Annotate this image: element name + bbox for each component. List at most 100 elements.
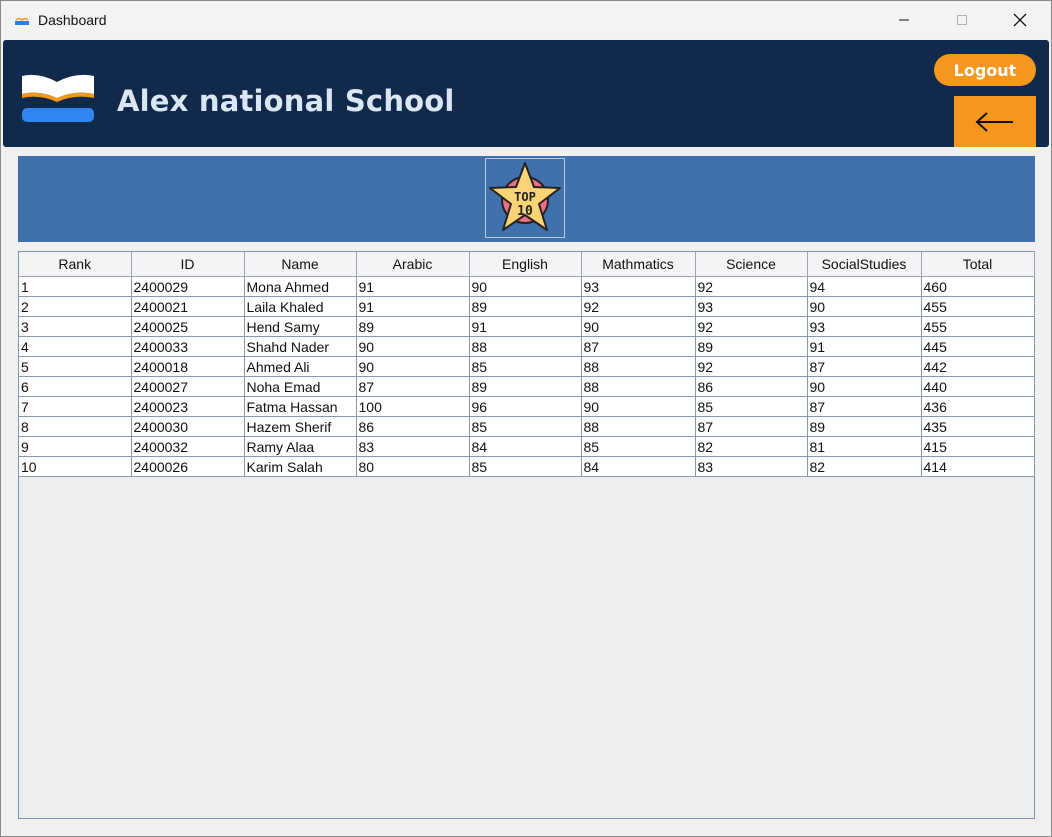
table-cell[interactable]: 88 [581, 376, 696, 397]
title-bar[interactable]: Dashboard [1, 1, 1051, 39]
table-cell[interactable]: 90 [356, 356, 470, 377]
table-cell[interactable]: 6 [19, 376, 132, 397]
table-cell[interactable]: 85 [469, 416, 582, 437]
table-row[interactable]: 7 2400023 Fatma Hassan 100 96 90 85 87 436 [19, 396, 1035, 417]
table-cell[interactable]: 2400026 [131, 456, 245, 477]
table-cell[interactable]: 442 [921, 356, 1035, 377]
table-cell[interactable]: 94 [807, 276, 922, 297]
table-cell[interactable]: 84 [469, 436, 582, 457]
table-cell[interactable]: 90 [469, 276, 582, 297]
table-cell[interactable]: 436 [921, 396, 1035, 417]
table-cell[interactable]: 83 [356, 436, 470, 457]
table-cell[interactable]: Fatma Hassan [244, 396, 357, 417]
table-cell[interactable]: Noha Emad [244, 376, 357, 397]
table-cell[interactable]: 85 [469, 356, 582, 377]
table-cell[interactable]: Hend Samy [244, 316, 357, 337]
table-cell[interactable]: 82 [807, 456, 922, 477]
table-cell[interactable]: 96 [469, 396, 582, 417]
table-cell[interactable]: 2400021 [131, 296, 245, 317]
column-header[interactable]: ID [131, 252, 245, 277]
table-cell[interactable]: 88 [469, 336, 582, 357]
table-cell[interactable]: 2400032 [131, 436, 245, 457]
table-cell[interactable]: 2400033 [131, 336, 245, 357]
table-row[interactable]: 4 2400033 Shahd Nader 90 88 87 89 91 445 [19, 336, 1035, 357]
table-cell[interactable]: 5 [19, 356, 132, 377]
table-cell[interactable]: 2400018 [131, 356, 245, 377]
table-cell[interactable]: 86 [356, 416, 470, 437]
table-cell[interactable]: 100 [356, 396, 470, 417]
column-header[interactable]: Rank [19, 252, 132, 277]
table-cell[interactable]: 10 [19, 456, 132, 477]
table-cell[interactable]: 2 [19, 296, 132, 317]
table-cell[interactable]: 91 [807, 336, 922, 357]
table-cell[interactable]: 440 [921, 376, 1035, 397]
table-cell[interactable]: 7 [19, 396, 132, 417]
table-cell[interactable]: 93 [581, 276, 696, 297]
column-header[interactable]: SocialStudies [807, 252, 922, 277]
table-row[interactable]: 5 2400018 Ahmed Ali 90 85 88 92 87 442 [19, 356, 1035, 377]
table-cell[interactable]: 92 [581, 296, 696, 317]
table-row[interactable]: 10 2400026 Karim Salah 80 85 84 83 82 414 [19, 456, 1035, 477]
table-cell[interactable]: Shahd Nader [244, 336, 357, 357]
table-cell[interactable]: 89 [469, 296, 582, 317]
table-cell[interactable]: 445 [921, 336, 1035, 357]
table-cell[interactable]: 91 [356, 296, 470, 317]
table-cell[interactable]: 82 [695, 436, 808, 457]
table-cell[interactable]: 93 [807, 316, 922, 337]
table-cell[interactable]: 90 [807, 376, 922, 397]
table-cell[interactable]: 415 [921, 436, 1035, 457]
table-cell[interactable]: 87 [581, 336, 696, 357]
minimize-button[interactable] [875, 1, 933, 39]
logout-button[interactable]: Logout [934, 54, 1036, 86]
table-cell[interactable]: 90 [807, 296, 922, 317]
table-cell[interactable]: 85 [581, 436, 696, 457]
table-cell[interactable]: 2400029 [131, 276, 245, 297]
table-row[interactable]: 2 2400021 Laila Khaled 91 89 92 93 90 455 [19, 296, 1035, 317]
table-row[interactable]: 6 2400027 Noha Emad 87 89 88 86 90 440 [19, 376, 1035, 397]
table-cell[interactable]: 89 [356, 316, 470, 337]
table-cell[interactable]: 87 [807, 356, 922, 377]
table-cell[interactable]: 89 [695, 336, 808, 357]
table-cell[interactable]: 455 [921, 296, 1035, 317]
table-cell[interactable]: 414 [921, 456, 1035, 477]
table-cell[interactable]: Hazem Sherif [244, 416, 357, 437]
table-cell[interactable]: Ahmed Ali [244, 356, 357, 377]
table-cell[interactable]: 90 [581, 316, 696, 337]
table-cell[interactable]: 91 [469, 316, 582, 337]
table-cell[interactable]: 455 [921, 316, 1035, 337]
table-cell[interactable]: 8 [19, 416, 132, 437]
table-cell[interactable]: 2400030 [131, 416, 245, 437]
table-cell[interactable]: 2400023 [131, 396, 245, 417]
table-cell[interactable]: 86 [695, 376, 808, 397]
table-cell[interactable]: Laila Khaled [244, 296, 357, 317]
table-cell[interactable]: 81 [807, 436, 922, 457]
table-cell[interactable]: 1 [19, 276, 132, 297]
table-cell[interactable]: 9 [19, 436, 132, 457]
table-cell[interactable]: Karim Salah [244, 456, 357, 477]
table-cell[interactable]: 3 [19, 316, 132, 337]
table-cell[interactable]: 88 [581, 356, 696, 377]
table-cell[interactable]: 85 [469, 456, 582, 477]
column-header[interactable]: Arabic [356, 252, 470, 277]
table-cell[interactable]: 2400027 [131, 376, 245, 397]
column-header[interactable]: English [469, 252, 582, 277]
table-cell[interactable]: 4 [19, 336, 132, 357]
table-cell[interactable]: 92 [695, 356, 808, 377]
table-row[interactable]: 1 2400029 Mona Ahmed 91 90 93 92 94 460 [19, 276, 1035, 297]
table-cell[interactable]: Ramy Alaa [244, 436, 357, 457]
back-button[interactable] [954, 96, 1036, 147]
column-header[interactable]: Total [921, 252, 1035, 277]
close-button[interactable] [991, 1, 1049, 39]
table-cell[interactable]: 460 [921, 276, 1035, 297]
table-row[interactable]: 9 2400032 Ramy Alaa 83 84 85 82 81 415 [19, 436, 1035, 457]
table-cell[interactable]: 89 [469, 376, 582, 397]
column-header[interactable]: Name [244, 252, 357, 277]
table-cell[interactable]: 84 [581, 456, 696, 477]
column-header[interactable]: Mathmatics [581, 252, 696, 277]
column-header[interactable]: Science [695, 252, 808, 277]
table-cell[interactable]: 80 [356, 456, 470, 477]
table-cell[interactable]: 87 [356, 376, 470, 397]
table-cell[interactable]: 89 [807, 416, 922, 437]
table-row[interactable]: 8 2400030 Hazem Sherif 86 85 88 87 89 435 [19, 416, 1035, 437]
table-cell[interactable]: 2400025 [131, 316, 245, 337]
